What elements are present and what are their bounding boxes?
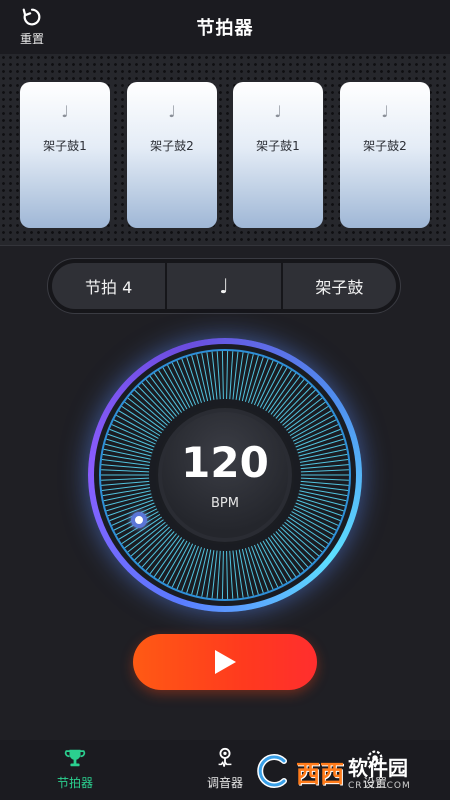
watermark-brand: 西西	[296, 759, 344, 788]
sound-selector[interactable]: 架子鼓	[282, 263, 396, 309]
bpm-unit-label: BPM	[211, 496, 239, 511]
beat-card-4[interactable]: ♩ 架子鼓2	[340, 82, 430, 228]
beat-card-2[interactable]: ♩ 架子鼓2	[127, 82, 217, 228]
watermark-logo: 西西 软件园 CR173.COM	[254, 748, 444, 794]
note-value-selector[interactable]: ♩	[167, 263, 281, 309]
dial-tick	[176, 360, 197, 406]
dial-tick	[171, 362, 194, 407]
dial-tick	[216, 550, 221, 599]
dial-tick	[253, 544, 274, 590]
watermark-domain: CR173.COM	[348, 780, 411, 791]
dial-tick	[256, 543, 279, 588]
quarter-note-icon: ♩	[61, 102, 69, 121]
dial-tick	[292, 508, 337, 531]
page-title: 节拍器	[196, 18, 254, 39]
beat-label: 架子鼓2	[150, 139, 194, 153]
header-bar: 重置 节拍器	[0, 0, 450, 54]
quarter-note-icon: ♩	[274, 102, 282, 121]
play-icon	[215, 650, 236, 674]
dial-handle[interactable]	[131, 512, 147, 528]
time-signature-selector[interactable]: 节拍 4	[52, 263, 166, 309]
tempo-dial[interactable]: 120 BPM	[88, 338, 362, 612]
dial-tick	[229, 351, 234, 400]
watermark-c-icon	[257, 754, 287, 788]
dial-tick	[221, 550, 224, 599]
dial-tick	[216, 351, 221, 400]
bpm-value: 120	[181, 438, 269, 487]
quarter-note-icon: ♩	[168, 102, 176, 121]
tab-metronome[interactable]: 节拍器	[30, 746, 120, 798]
beat-pattern-area: ♩ 架子鼓1 ♩ 架子鼓2 ♩ 架子鼓1 ♩ 架子鼓2	[0, 54, 450, 246]
dial-tick	[171, 543, 194, 588]
dial-tick	[299, 487, 348, 497]
dial-tick	[226, 550, 229, 599]
beat-label: 架子鼓1	[256, 139, 300, 153]
dial-tick	[229, 550, 234, 599]
tab-label: 节拍器	[56, 776, 93, 790]
beat-label: 架子鼓2	[363, 139, 407, 153]
metronome-settings-bar: 节拍 4 ♩ 架子鼓	[47, 258, 401, 314]
tab-label: 调音器	[206, 776, 243, 790]
tuner-pin-icon	[218, 747, 232, 767]
beat-label: 架子鼓1	[43, 139, 87, 153]
quarter-note-icon: ♩	[381, 102, 389, 121]
play-button[interactable]	[133, 634, 317, 690]
dial-tick	[221, 351, 224, 400]
beat-card-1[interactable]: ♩ 架子鼓1	[20, 82, 110, 228]
dial-tick	[102, 487, 151, 497]
dial-tick	[226, 351, 229, 400]
trophy-icon	[64, 749, 86, 767]
dial-tick	[176, 544, 197, 590]
watermark-text: 软件园	[348, 755, 408, 780]
dial-tick	[253, 360, 274, 406]
beat-card-3[interactable]: ♩ 架子鼓1	[233, 82, 323, 228]
dial-tick	[256, 362, 279, 407]
